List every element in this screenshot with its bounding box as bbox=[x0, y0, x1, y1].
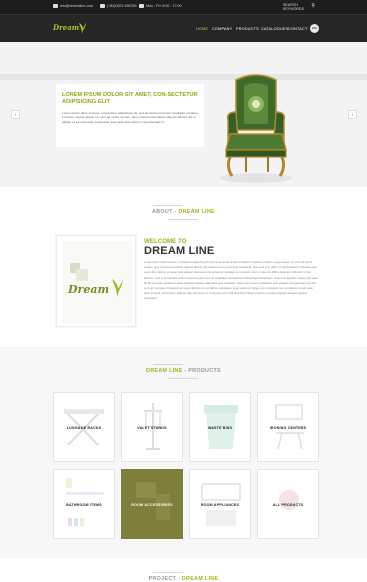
product-label: ROOM ACCESSORIES bbox=[131, 503, 173, 507]
welcome-label: WELCOME TO bbox=[144, 238, 187, 245]
product-label: WASTE BINS bbox=[207, 426, 233, 430]
hero-title: LOREM IPSUM DOLOR SIT AMET, CON-SECTETUR… bbox=[62, 92, 198, 105]
site-logo[interactable]: Dream bbox=[53, 20, 89, 37]
search-placeholder: SEARCH KEYWORDS bbox=[283, 3, 304, 11]
product-label: ROOM APPLIANCES bbox=[200, 503, 240, 507]
search-box[interactable]: SEARCH KEYWORDS ⚲ bbox=[283, 3, 317, 11]
product-label: VALET STANDS bbox=[137, 426, 167, 430]
about-title-prefix: ABOUT - bbox=[152, 209, 179, 215]
teaser-section-title: PROJECT - DREAM LINE bbox=[0, 576, 367, 582]
product-tile-bathroom-items[interactable]: BATHROOM ITEMS bbox=[53, 469, 115, 539]
slider-prev-button[interactable]: ‹ bbox=[11, 110, 20, 119]
about-section: ABOUT - DREAM LINE Dream WELCOME TO DREA… bbox=[0, 187, 367, 347]
product-label: IRONING CENTERS bbox=[269, 426, 307, 430]
section-divider bbox=[168, 219, 198, 220]
nav-contact[interactable]: CONTACT bbox=[288, 27, 307, 31]
armchair-image bbox=[220, 74, 292, 183]
teaser-title-highlight: DREAM LINE bbox=[181, 576, 219, 582]
hero-caption: LOREM IPSUM DOLOR SIT AMET, CON-SECTETUR… bbox=[56, 84, 204, 147]
product-tile-room-appliances[interactable]: ROOM APPLIANCES bbox=[189, 469, 251, 539]
nav-home[interactable]: HOME bbox=[196, 27, 208, 31]
email-info[interactable]: info@dreamline.com bbox=[53, 4, 94, 9]
section-divider bbox=[153, 572, 183, 573]
product-tile-waste-bins[interactable]: WASTE BINS bbox=[189, 392, 251, 462]
phone-info[interactable]: (+84)0823 456789 bbox=[100, 4, 137, 9]
logo-wordmark: Dream bbox=[53, 23, 80, 32]
about-logo-mark-icon bbox=[70, 263, 123, 297]
hours-info: Mon - Fri: 8:00 - 17:00 bbox=[139, 4, 182, 9]
language-badge[interactable]: EN bbox=[310, 24, 319, 33]
nav-catalogues[interactable]: CATALOGUES bbox=[261, 27, 288, 31]
search-icon[interactable]: ⚲ bbox=[311, 3, 315, 9]
product-label: ALL PRODUCTS bbox=[272, 503, 304, 507]
top-info-bar: info@dreamline.com (+84)0823 456789 Mon … bbox=[0, 0, 367, 15]
hero-band bbox=[0, 74, 367, 80]
about-logo-image: Dream bbox=[62, 241, 132, 323]
section-divider bbox=[168, 378, 198, 379]
product-tile-all-products[interactable]: ALL PRODUCTS bbox=[257, 469, 319, 539]
phone-text: (+84)0823 456789 bbox=[107, 4, 137, 8]
products-title-highlight: DREAM LINE bbox=[146, 368, 183, 374]
mail-icon bbox=[53, 4, 58, 9]
next-section-teaser: PROJECT - DREAM LINE bbox=[0, 558, 367, 582]
section-divider bbox=[153, 205, 183, 206]
email-text: info@dreamline.com bbox=[60, 4, 94, 8]
about-heading: DREAM LINE bbox=[144, 245, 215, 257]
products-title-suffix: - PRODUCTS bbox=[182, 368, 221, 374]
products-section-title: DREAM LINE - PRODUCTS bbox=[0, 368, 367, 374]
about-logo-text: Dream bbox=[68, 283, 110, 296]
site-header: Dream HOME COMPANY PRODUCTS CATALOGUES C… bbox=[0, 15, 367, 42]
nav-company[interactable]: COMPANY bbox=[212, 27, 232, 31]
product-label: BATHROOM ITEMS bbox=[66, 503, 102, 507]
hero-slider: LOREM IPSUM DOLOR SIT AMET, CON-SECTETUR… bbox=[0, 42, 367, 187]
hours-text: Mon - Fri: 8:00 - 17:00 bbox=[146, 4, 182, 8]
product-tile-luggage-racks[interactable]: LUGGAGE RACKS bbox=[53, 392, 115, 462]
about-body-text: Lorem ipsum dolor sit amet, consectetur … bbox=[144, 261, 318, 301]
clock-icon bbox=[139, 4, 144, 9]
product-label: LUGGAGE RACKS bbox=[66, 426, 102, 430]
product-tile-valet-stands[interactable]: VALET STANDS bbox=[121, 392, 183, 462]
phone-icon bbox=[100, 4, 105, 9]
teaser-title-prefix: PROJECT - bbox=[148, 576, 182, 582]
slider-next-button[interactable]: › bbox=[348, 110, 357, 119]
product-tile-room-accessories[interactable]: ROOM ACCESSORIES bbox=[121, 469, 183, 539]
logo-leaf-icon bbox=[79, 21, 86, 34]
about-image-frame: Dream bbox=[56, 235, 136, 327]
about-section-title: ABOUT - DREAM LINE bbox=[0, 209, 367, 215]
product-tile-ironing-centers[interactable]: IRONING CENTERS bbox=[257, 392, 319, 462]
hero-text: Lorem ipsum dolor sit amet, consectetur … bbox=[62, 111, 199, 124]
about-title-highlight: DREAM LINE bbox=[178, 209, 215, 215]
nav-products[interactable]: PRODUCTS bbox=[236, 27, 259, 31]
section-divider bbox=[153, 364, 183, 365]
products-section: DREAM LINE - PRODUCTS LUGGAGE RACKS VALE… bbox=[0, 348, 367, 558]
